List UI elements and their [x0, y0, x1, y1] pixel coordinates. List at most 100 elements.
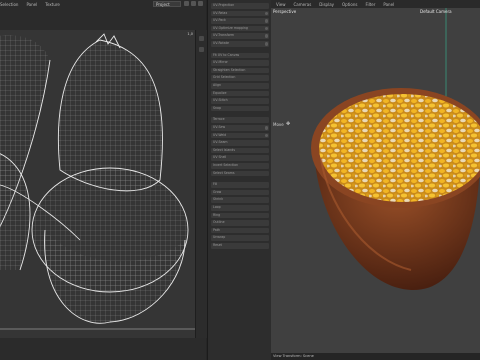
tool-button[interactable]: UV Shell: [211, 155, 269, 161]
tool-button[interactable]: UV-Weld: [211, 132, 269, 139]
tool-button[interactable]: Shrink: [211, 197, 269, 203]
tool-button[interactable]: UV-Rotate: [211, 41, 269, 47]
menu-display[interactable]: Display: [319, 2, 334, 7]
tool-button[interactable]: UV-Optimize mapping: [211, 25, 269, 32]
status-bar: View Transform: Scene: [271, 353, 480, 360]
toolbar-icon-2[interactable]: [191, 1, 196, 6]
tool-label: Path: [213, 227, 221, 232]
move-icon: ✥: [286, 121, 291, 127]
tool-label: Snap: [213, 105, 222, 110]
tool-options-icon[interactable]: [264, 42, 268, 46]
tool-button[interactable]: Loop: [211, 205, 269, 211]
move-tool-label: Move: [273, 122, 284, 127]
menu-view[interactable]: View: [276, 2, 286, 7]
uv-tool-strip: [195, 30, 207, 338]
tool-button[interactable]: UV-Mirror: [211, 60, 269, 66]
tool-button[interactable]: Snap: [211, 105, 269, 112]
tool-label: Fill: [213, 182, 218, 187]
tool-label: Shrink: [213, 197, 224, 202]
tool-label: UV-Sew: [213, 125, 226, 129]
menu-texture[interactable]: Texture: [45, 2, 60, 7]
tool-label: Reset: [213, 243, 222, 247]
tool-options-icon[interactable]: [264, 133, 268, 138]
tool-label: Loop: [213, 205, 221, 209]
tool-label: Unwrap: [213, 235, 226, 240]
tool-button[interactable]: Align: [211, 83, 269, 89]
tool-label: UV Shell: [213, 155, 227, 160]
tool-label: UV-Stitch: [213, 98, 228, 103]
tool-label: Straighten Selection: [213, 67, 246, 72]
uv-tools-panel: UV-Projection UV-Relax UV-Pack UV-Optimize …: [207, 0, 272, 360]
3d-viewport[interactable]: Perspective Default Camera Move ✥: [271, 8, 480, 353]
projection-select[interactable]: Project: [153, 1, 181, 7]
tool-options-icon[interactable]: [264, 19, 268, 23]
viewport-menubar: View Cameras Display Options Filter Pane…: [276, 0, 394, 8]
tool-button[interactable]: Equalize: [211, 90, 269, 97]
strip-tool-icon[interactable]: [199, 36, 204, 41]
tool-label: UV-Weld: [213, 132, 227, 137]
menu-cameras[interactable]: Cameras: [294, 2, 312, 7]
tool-button[interactable]: Unwrap: [211, 235, 269, 241]
uv-editor-menubar: Selection Panel Texture: [0, 0, 60, 8]
menu-panel[interactable]: Panel: [383, 2, 394, 7]
tool-button[interactable]: Ring: [211, 212, 269, 219]
tool-label: Select Islands: [213, 147, 235, 152]
tool-label: Invert Selection: [213, 163, 239, 167]
view-name-label: Perspective: [273, 9, 297, 14]
toolbar-icon-1[interactable]: [184, 1, 189, 6]
tool-button[interactable]: Outline: [211, 220, 269, 226]
scene-svg: [311, 8, 480, 291]
tool-label: UV-Optimize mapping: [213, 25, 248, 30]
tool-label: UV-Projection: [213, 3, 235, 7]
tool-label: UV-Mirror: [213, 60, 228, 65]
uv-canvas[interactable]: 1,0: [0, 30, 195, 338]
tool-label: UV-Pack: [213, 18, 226, 23]
tool-label: Grid Selection: [213, 75, 236, 80]
tool-label: UV-Transform: [213, 33, 235, 38]
tool-button[interactable]: UV-Stitch: [211, 98, 269, 104]
tool-label: Grow: [213, 189, 222, 194]
tool-label: Ring: [213, 212, 221, 217]
tool-button[interactable]: UV-Transform: [211, 33, 269, 39]
uv-mesh-svg: [0, 33, 195, 330]
camera-label[interactable]: Default Camera: [420, 9, 452, 14]
tool-label: UV-Rotate: [213, 41, 229, 45]
tool-label: UV-Seam: [213, 140, 228, 145]
tool-button[interactable]: Reset: [211, 243, 269, 249]
tool-button[interactable]: Path: [211, 227, 269, 234]
tool-button[interactable]: UV-Pack: [211, 18, 269, 24]
tool-label: Fit UV to Canvas: [213, 52, 240, 57]
tool-options-icon[interactable]: [264, 11, 268, 16]
tool-button[interactable]: Grid Selection: [211, 75, 269, 81]
tool-options-icon[interactable]: [264, 26, 268, 31]
tool-button[interactable]: UV-Seam: [211, 140, 269, 146]
menu-filter[interactable]: Filter: [365, 2, 375, 7]
tool-label: Equalize: [213, 90, 227, 95]
menu-selection[interactable]: Selection: [0, 2, 18, 7]
strip-tool-icon[interactable]: [199, 47, 204, 52]
menu-options[interactable]: Options: [342, 2, 357, 7]
tool-button[interactable]: Fit UV to Canvas: [211, 52, 269, 59]
toolbar-icon-3[interactable]: [198, 1, 203, 6]
tool-label: Outline: [213, 220, 225, 225]
tool-button[interactable]: Fill: [211, 182, 269, 188]
tool-button[interactable]: Grow: [211, 189, 269, 196]
tool-button[interactable]: UV-Sew: [211, 125, 269, 131]
tool-button[interactable]: Select Seams: [211, 170, 269, 177]
tool-options-icon[interactable]: [264, 34, 268, 38]
tool-options-icon[interactable]: [264, 126, 268, 130]
tool-button[interactable]: Invert Selection: [211, 163, 269, 169]
tool-button[interactable]: UV-Relax: [211, 10, 269, 17]
tool-button[interactable]: Straighten Selection: [211, 67, 269, 74]
uv-coord-label: 1,0: [187, 32, 193, 36]
corn-kernels: [319, 94, 480, 202]
tool-button[interactable]: UV-Projection: [211, 3, 269, 9]
tool-button[interactable]: Select Islands: [211, 147, 269, 154]
tool-label: Terrace: [213, 117, 225, 122]
tool-button[interactable]: Terrace: [211, 117, 269, 123]
tool-label: Align: [213, 83, 221, 87]
menu-panel[interactable]: Panel: [26, 2, 37, 7]
status-text: View Transform: Scene: [273, 354, 314, 358]
tool-label: UV-Relax: [213, 10, 228, 15]
tool-label: Select Seams: [213, 170, 235, 175]
